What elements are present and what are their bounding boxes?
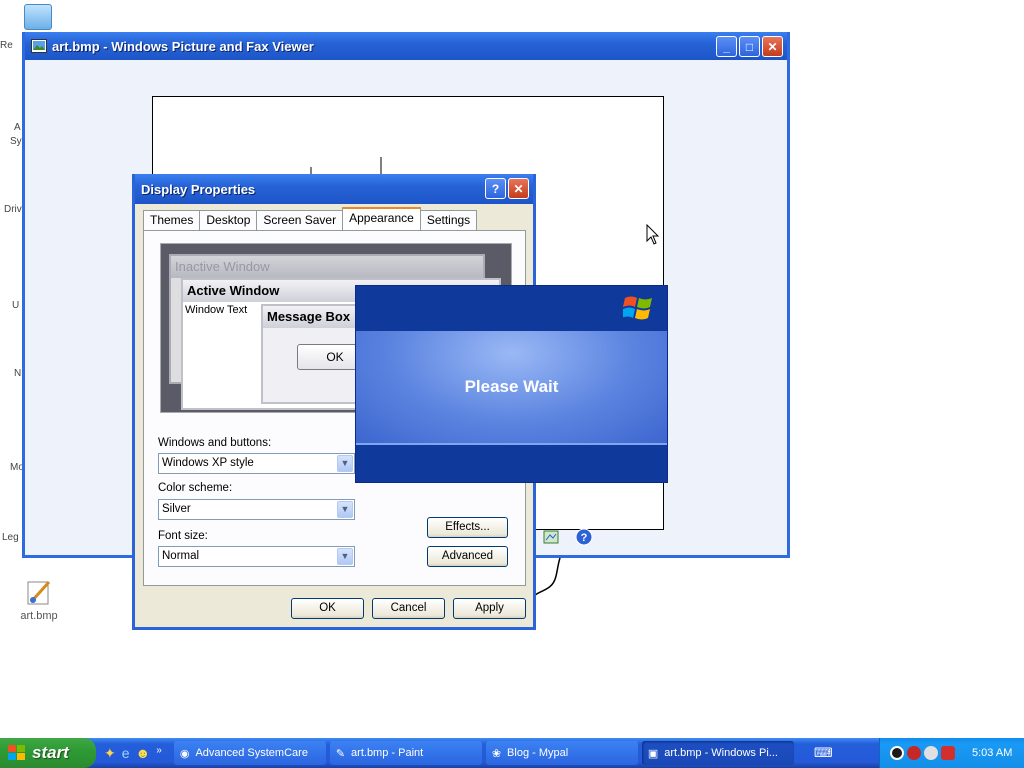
picture-viewer-icon: ▣ [647,747,659,760]
task-label: Blog - Mypal [507,747,569,759]
please-wait-text: Please Wait [464,377,559,396]
tab-desktop[interactable]: Desktop [199,210,258,230]
recycle-bin-icon[interactable] [24,4,52,30]
effects-button[interactable]: Effects... [427,517,508,538]
windows-buttons-value: Windows XP style [162,457,254,469]
chevron-down-icon[interactable]: ▼ [337,501,353,518]
clock[interactable]: 5:03 AM [972,747,1012,759]
picture-viewer-title: art.bmp - Windows Picture and Fax Viewer [52,38,314,54]
chevron-down-icon[interactable]: ▼ [337,548,353,565]
font-size-label: Font size: [158,530,208,542]
task-blog-mypal[interactable]: ❀ Blog - Mypal [485,741,638,765]
art-bmp-desktop-label: art.bmp [20,610,58,622]
splash-header [356,286,667,331]
systemcare-tray-icon[interactable] [890,746,904,760]
paint-file-icon [27,580,51,605]
systemcare-icon: ◉ [179,747,190,760]
viewer-next-icon[interactable] [543,530,559,544]
cancel-button[interactable]: Cancel [372,598,445,619]
maximize-button[interactable]: □ [739,36,760,57]
messenger-tray-icon[interactable] [924,746,938,760]
task-picture-viewer[interactable]: ▣ art.bmp - Windows Pi... [641,741,794,765]
paint-icon: ✎ [335,747,346,760]
browser-icon: ❀ [491,747,502,760]
dialog-tabs: Themes Desktop Screen Saver Appearance S… [143,207,478,230]
please-wait-splash: Please Wait [355,285,668,483]
start-label: start [32,743,69,762]
tab-appearance[interactable]: Appearance [342,207,421,230]
ok-button[interactable]: OK [291,598,364,619]
mouse-cursor-icon [646,224,660,245]
dialog-title: Display Properties [141,181,256,197]
help-button[interactable]: ? [485,178,506,199]
task-label: art.bmp - Paint [351,747,424,759]
svg-text:?: ? [581,532,588,544]
task-paint[interactable]: ✎ art.bmp - Paint [329,741,482,765]
tab-screen-saver[interactable]: Screen Saver [256,210,344,230]
security-tray-icon[interactable] [907,746,921,760]
quick-launch-app-icon[interactable]: ✦ [104,745,116,762]
start-button[interactable]: start [0,738,96,768]
minimize-button[interactable]: _ [716,36,737,57]
windows-flag-icon [623,296,652,320]
font-size-value: Normal [162,550,200,562]
system-tray: 5:03 AM [879,738,1024,768]
task-label: art.bmp - Windows Pi... [664,747,778,759]
windows-flag-icon [8,745,25,760]
help-icon[interactable]: ? [575,528,593,546]
color-scheme-select[interactable]: Silver ▼ [158,499,355,520]
splash-footer [356,443,667,482]
close-button[interactable]: ✕ [762,36,783,57]
tab-settings[interactable]: Settings [419,210,478,230]
task-label: Advanced SystemCare [195,747,308,759]
windows-buttons-select[interactable]: Windows XP style ▼ [158,453,355,474]
shield-icon[interactable] [941,746,955,760]
advanced-button[interactable]: Advanced [427,546,508,567]
splash-message-area: Please Wait [356,331,667,443]
preview-inactive-title: Inactive Window [171,256,483,278]
tab-themes[interactable]: Themes [143,210,201,230]
picture-viewer-titlebar[interactable]: art.bmp - Windows Picture and Fax Viewer… [25,32,787,60]
font-size-select[interactable]: Normal ▼ [158,546,355,567]
internet-explorer-icon[interactable]: e [122,745,130,762]
keyboard-icon[interactable]: ⌨ [814,745,833,761]
chevron-down-icon[interactable]: ▼ [337,455,353,472]
display-properties-titlebar[interactable]: Display Properties ? ✕ [135,174,533,204]
dialog-close-button[interactable]: ✕ [508,178,529,199]
paint-stroke [533,557,561,597]
color-scheme-value: Silver [162,503,191,515]
messenger-icon[interactable]: ☻ [136,745,151,762]
apply-button[interactable]: Apply [453,598,526,619]
quick-launch: ✦ e ☻ » [96,745,170,762]
windows-buttons-label: Windows and buttons: [158,437,272,449]
color-scheme-label: Color scheme: [158,482,233,494]
quick-launch-more-icon[interactable]: » [156,745,162,762]
taskbar: start ✦ e ☻ » ◉ Advanced SystemCare ✎ ar… [0,738,1024,768]
art-bmp-desktop-icon[interactable]: art.bmp [9,576,69,622]
task-advanced-systemcare[interactable]: ◉ Advanced SystemCare [173,741,326,765]
desktop-label-recycle: Re [0,40,13,51]
picture-viewer-icon [31,39,47,53]
